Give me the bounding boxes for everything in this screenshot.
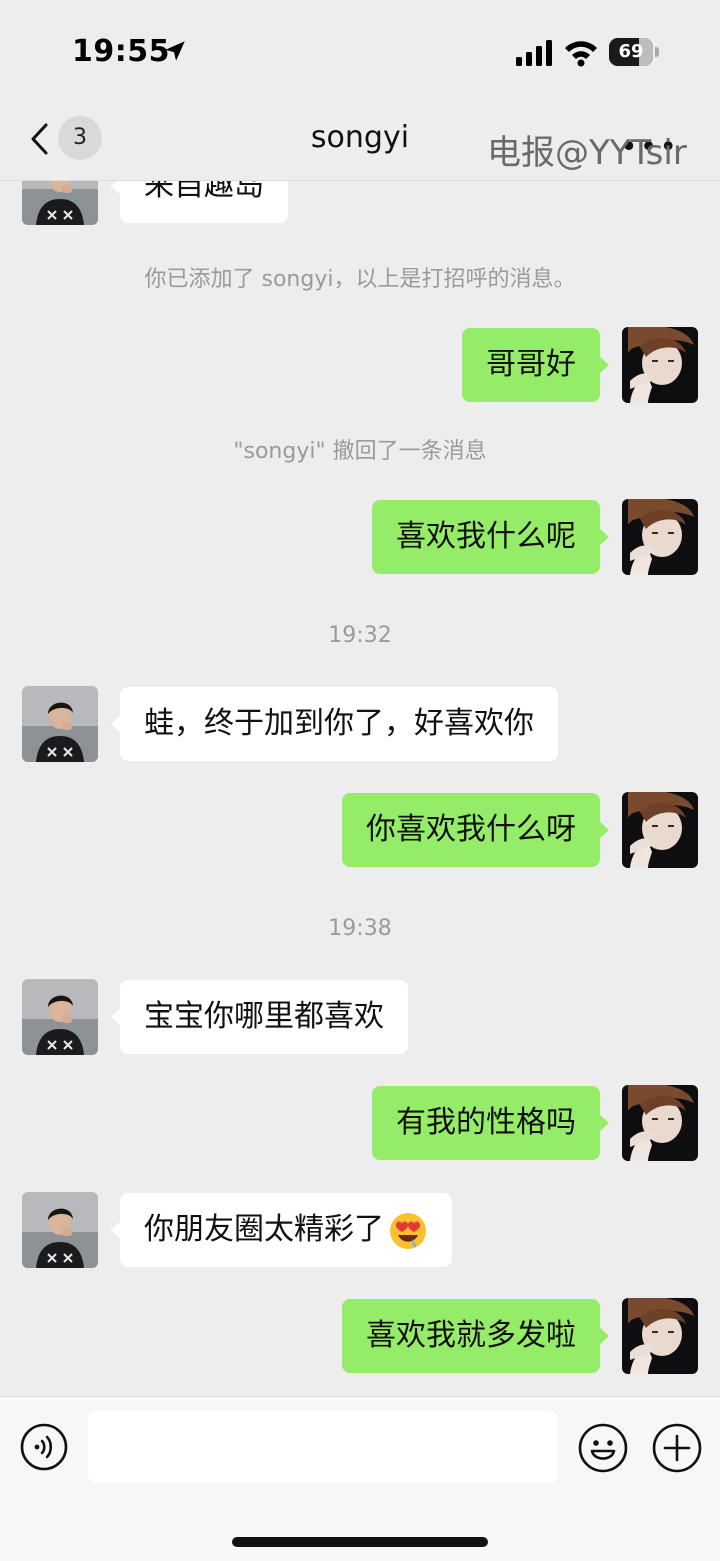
- plus-icon[interactable]: [652, 1423, 702, 1473]
- my-avatar[interactable]: [622, 1298, 698, 1374]
- message-input[interactable]: [88, 1411, 558, 1483]
- home-indicator: [232, 1537, 488, 1547]
- system-notice: 你已添加了 songyi，以上是打招呼的消息。: [144, 267, 576, 292]
- timestamp: 19:38: [328, 916, 392, 941]
- incoming-message-bubble[interactable]: 来自趣岛: [111, 181, 288, 223]
- cellular-signal-icon: [516, 40, 552, 66]
- battery-indicator: 69: [609, 38, 659, 66]
- smiley-icon[interactable]: [578, 1423, 628, 1473]
- message-list[interactable]: 来自趣岛 你已添加了 songyi，以上是打招呼的消息。 哥哥好 "songyi…: [0, 181, 720, 1396]
- contact-avatar[interactable]: [22, 181, 98, 225]
- outgoing-message-bubble[interactable]: 哥哥好: [462, 328, 609, 402]
- recall-notice: "songyi" 撤回了一条消息: [233, 439, 487, 464]
- my-avatar[interactable]: [622, 792, 698, 868]
- outgoing-message-bubble[interactable]: 有我的性格吗: [372, 1086, 609, 1160]
- my-avatar[interactable]: [622, 499, 698, 575]
- voice-icon[interactable]: [20, 1423, 68, 1471]
- my-avatar[interactable]: [622, 327, 698, 403]
- incoming-message-bubble[interactable]: 蛙，终于加到你了，好喜欢你: [111, 687, 558, 761]
- battery-tip: [655, 47, 659, 57]
- input-bar: [0, 1396, 720, 1561]
- timestamp: 19:32: [328, 623, 392, 648]
- contact-avatar[interactable]: [22, 979, 98, 1055]
- my-avatar[interactable]: [622, 1085, 698, 1161]
- heart-eyes-drooling-emoji: [390, 1212, 426, 1249]
- incoming-message-bubble[interactable]: 你朋友圈太精彩了: [111, 1193, 452, 1267]
- incoming-message-bubble[interactable]: 宝宝你哪里都喜欢: [111, 980, 408, 1054]
- contact-avatar[interactable]: [22, 686, 98, 762]
- wifi-icon: [565, 41, 597, 67]
- outgoing-message-bubble[interactable]: 你喜欢我什么呀: [342, 793, 609, 867]
- outgoing-message-bubble[interactable]: 喜欢我就多发啦: [342, 1299, 609, 1373]
- outgoing-message-bubble[interactable]: 喜欢我什么呢: [372, 500, 609, 574]
- contact-avatar[interactable]: [22, 1192, 98, 1268]
- location-arrow-icon: [165, 41, 185, 61]
- status-time: 19:55: [72, 34, 170, 69]
- status-bar: 19:55 69: [0, 0, 720, 100]
- battery-percent: 69: [618, 41, 644, 62]
- watermark: 电报@YYTsir: [487, 133, 687, 173]
- message-text: 你朋友圈太精彩了: [144, 1212, 384, 1247]
